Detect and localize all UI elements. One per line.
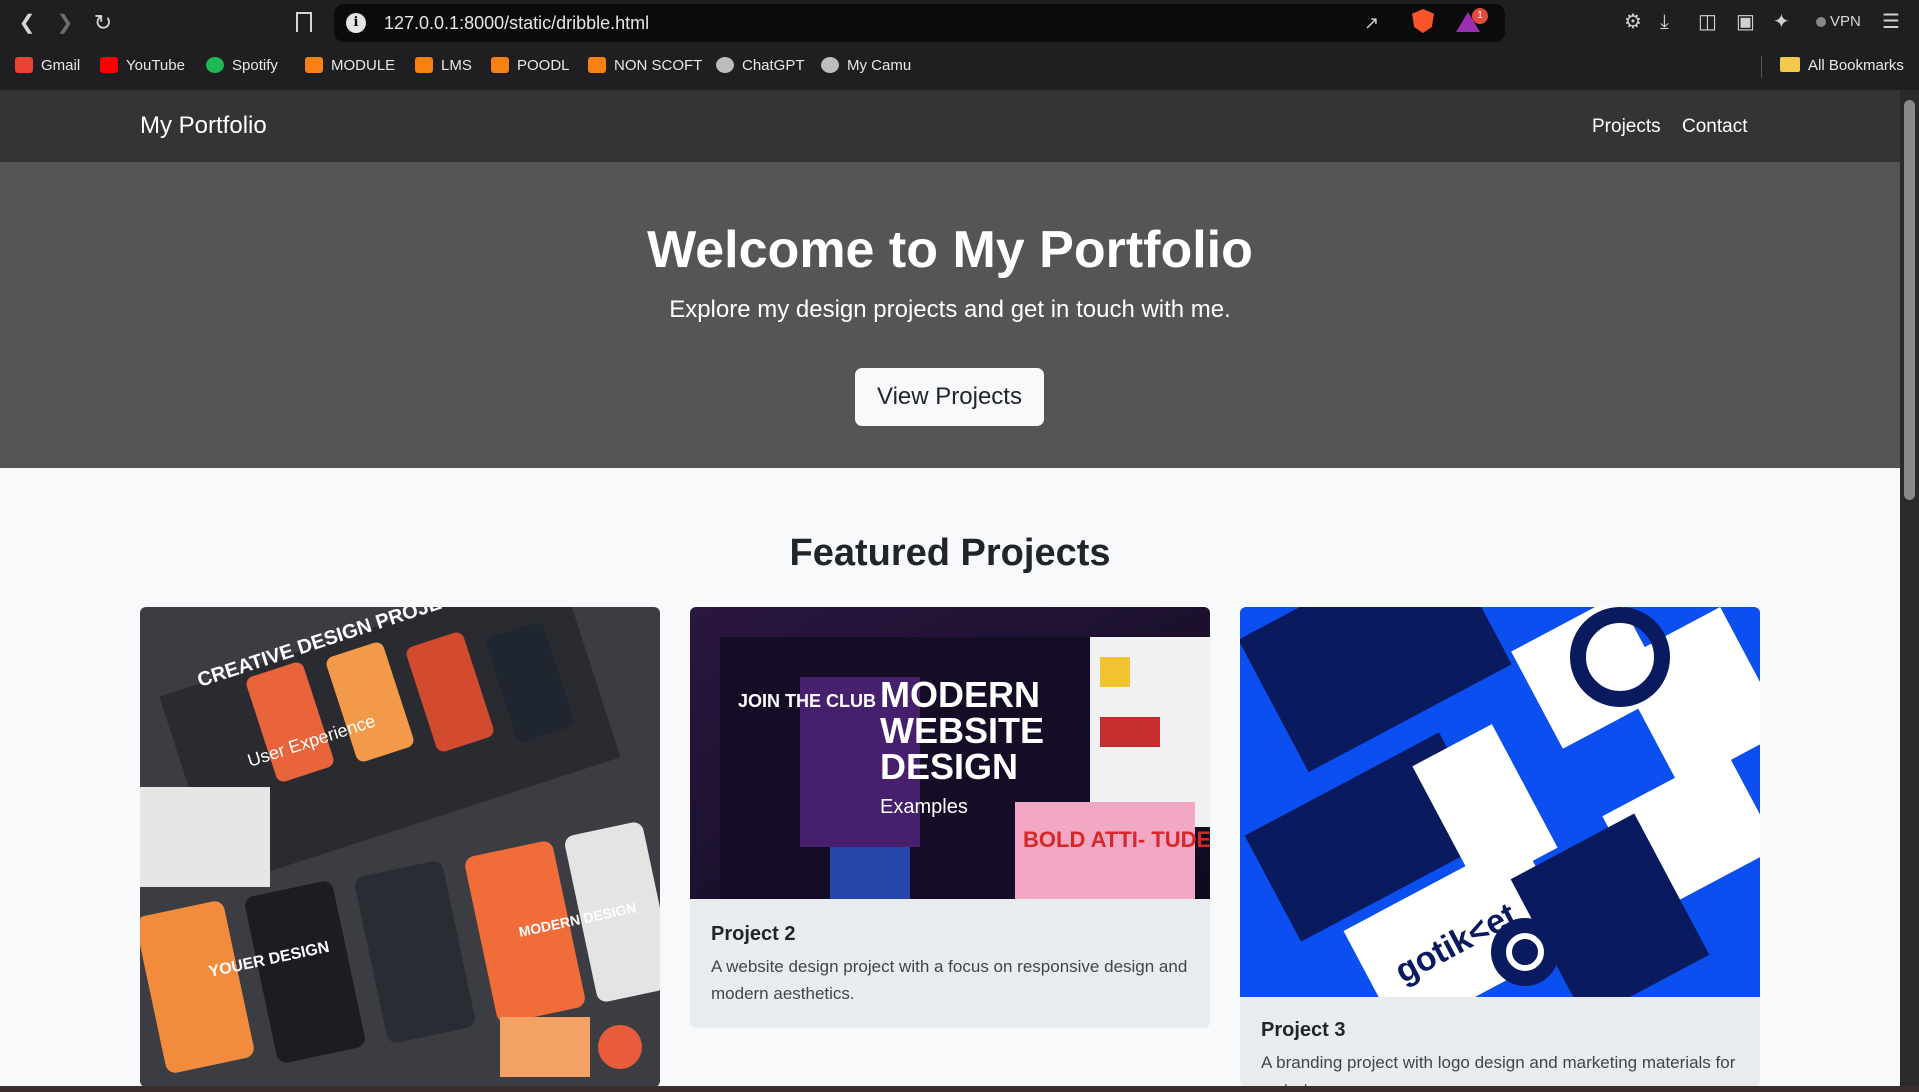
- bookmarks-bar: Gmail YouTube Spotify MODULE LMS POODL N…: [0, 46, 1919, 86]
- nav-link-contact[interactable]: Contact: [1682, 116, 1747, 138]
- extensions-icon[interactable]: ⚙: [1624, 11, 1642, 33]
- bookmark-gmail[interactable]: Gmail: [15, 56, 80, 76]
- hero-subtitle: Explore my design projects and get in to…: [669, 296, 1231, 323]
- url-text[interactable]: 127.0.0.1:8000/static/dribble.html: [384, 13, 649, 34]
- bookmark-youtube[interactable]: YouTube: [100, 56, 185, 76]
- project-2-image-line-3: DESIGN: [880, 746, 1018, 787]
- all-bookmarks[interactable]: All Bookmarks: [1780, 56, 1904, 76]
- project-card-2[interactable]: JOIN THE CLUB MODERN WEBSITE DESIGN Exam…: [690, 607, 1210, 1028]
- moodle-icon: [415, 57, 433, 73]
- folder-icon: [1780, 57, 1800, 72]
- moodle-icon: [305, 57, 323, 73]
- site-brand[interactable]: My Portfolio: [140, 112, 267, 140]
- all-bookmarks-label: All Bookmarks: [1808, 57, 1904, 74]
- bookmark-module[interactable]: MODULE: [305, 56, 395, 76]
- project-3-title: Project 3: [1261, 1019, 1346, 1041]
- project-2-image-line-2: WEBSITE: [880, 710, 1044, 751]
- window-bottom-edge: [0, 1086, 1919, 1092]
- youtube-icon: [100, 57, 118, 73]
- bookmark-label: YouTube: [126, 57, 185, 74]
- project-card-3[interactable]: gotik<et Project 3 A branding project wi…: [1240, 607, 1760, 1086]
- reload-icon[interactable]: ↻: [90, 10, 116, 36]
- project-2-image-line-1: MODERN: [880, 674, 1040, 715]
- bookmark-label: ChatGPT: [742, 57, 805, 74]
- sidebar-icon[interactable]: ◫: [1698, 11, 1717, 33]
- project-2-image-line-4: Examples: [880, 796, 968, 818]
- address-bar[interactable]: i 127.0.0.1:8000/static/dribble.html ↗: [334, 4, 1505, 42]
- project-3-image: gotik<et: [1240, 607, 1760, 997]
- rewards-badge: 1: [1472, 8, 1488, 24]
- featured-projects-heading: Featured Projects: [789, 532, 1111, 574]
- page-scrollbar[interactable]: [1900, 90, 1919, 1086]
- bookmark-label: MODULE: [331, 57, 396, 74]
- bookmark-label: Spotify: [232, 57, 278, 74]
- bookmark-label: POODL: [517, 57, 570, 74]
- chatgpt-icon: [716, 57, 734, 73]
- vpn-status-icon: [1816, 17, 1826, 27]
- bookmark-page-icon[interactable]: [296, 12, 312, 32]
- scrollbar-thumb[interactable]: [1904, 100, 1915, 500]
- project-2-title: Project 2: [711, 923, 796, 945]
- hero-title: Welcome to My Portfolio: [647, 221, 1253, 279]
- bookmark-label: LMS: [441, 57, 472, 74]
- project-2-image-club: JOIN THE CLUB: [738, 691, 876, 711]
- leo-ai-icon[interactable]: ✦: [1773, 11, 1790, 33]
- project-3-description: A branding project with logo design and …: [1261, 1053, 1736, 1086]
- bookmark-label: NON SCOFT: [614, 57, 703, 74]
- moodle-icon: [491, 57, 509, 73]
- page-viewport: My Portfolio Projects Contact Welcome to…: [0, 90, 1900, 1086]
- bookmark-non-scoft[interactable]: NON SCOFT: [588, 56, 702, 76]
- back-icon[interactable]: ❮: [14, 10, 40, 36]
- bookmark-label: My Camu: [847, 57, 912, 74]
- bookmark-my-camu[interactable]: My Camu: [821, 56, 911, 76]
- gmail-icon: [15, 57, 33, 73]
- spotify-icon: [206, 57, 224, 73]
- wallet-icon[interactable]: ▣: [1736, 11, 1755, 33]
- bookmark-poodl[interactable]: POODL: [491, 56, 570, 76]
- bookmark-spotify[interactable]: Spotify: [206, 56, 278, 76]
- vpn-button[interactable]: VPN: [1808, 9, 1869, 35]
- vpn-label: VPN: [1830, 13, 1861, 30]
- project-2-image: JOIN THE CLUB MODERN WEBSITE DESIGN Exam…: [690, 607, 1210, 899]
- bookmark-label: Gmail: [41, 57, 81, 74]
- browser-toolbar: ❮ ❯ ↻ i 127.0.0.1:8000/static/dribble.ht…: [0, 0, 1919, 46]
- nav-link-projects[interactable]: Projects: [1592, 116, 1661, 138]
- globe-icon: [821, 57, 839, 73]
- forward-icon[interactable]: ❯: [52, 10, 78, 36]
- project-1-image: CREATIVE DESIGN PROJECT User Experience …: [140, 607, 660, 1086]
- view-projects-button[interactable]: View Projects: [855, 368, 1044, 426]
- project-card-1[interactable]: CREATIVE DESIGN PROJECT User Experience …: [140, 607, 660, 1086]
- share-icon[interactable]: ↗: [1364, 13, 1379, 34]
- bookmark-chatgpt[interactable]: ChatGPT: [716, 56, 805, 76]
- site-navbar: My Portfolio Projects Contact: [0, 90, 1900, 162]
- moodle-icon: [588, 57, 606, 73]
- project-2-description: A website design project with a focus on…: [711, 957, 1188, 1003]
- downloads-icon[interactable]: ⤓: [1660, 11, 1669, 33]
- site-info-icon[interactable]: i: [346, 13, 366, 33]
- project-2-image-bold: BOLD ATTI- TUDE: [1023, 827, 1210, 852]
- menu-icon[interactable]: ☰: [1882, 11, 1900, 33]
- bookmarks-divider: [1761, 56, 1762, 78]
- bookmark-lms[interactable]: LMS: [415, 56, 472, 76]
